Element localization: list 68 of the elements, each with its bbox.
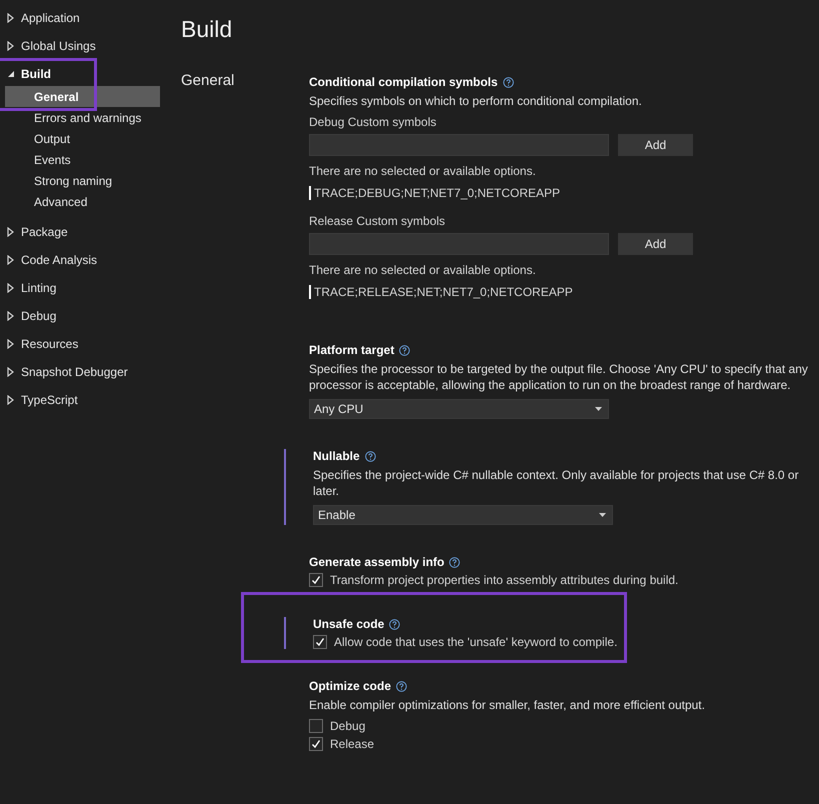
setting-title: Unsafe code <box>313 617 384 631</box>
sidebar-subitem[interactable]: General <box>5 86 160 107</box>
symbols-input[interactable] <box>309 134 609 156</box>
setting-description: Specifies the processor to be targeted by the output file. Choose 'Any CPU' to specify that any processor is acceptable, allowing the application to run on the broadest range of hardware. <box>309 361 809 393</box>
help-icon[interactable] <box>502 76 514 88</box>
field-label: Debug Custom symbols <box>309 115 438 129</box>
expanded-arrow-icon[interactable] <box>6 69 15 79</box>
sidebar-item[interactable]: Debug <box>0 306 160 326</box>
help-icon[interactable] <box>399 344 410 356</box>
sidebar-item[interactable]: Snapshot Debugger <box>0 362 160 382</box>
sidebar-item[interactable]: Build <box>0 64 160 84</box>
text-cursor <box>309 186 311 200</box>
symbols-value: TRACE;RELEASE;NET;NET7_0;NETCOREAPP <box>314 285 573 299</box>
checkbox-label: Release <box>330 737 374 751</box>
add-button[interactable]: Add <box>618 134 693 156</box>
collapsed-arrow-icon[interactable] <box>6 339 15 349</box>
dropdown-arrow-icon <box>595 407 602 411</box>
page-title: Build <box>181 16 234 43</box>
setting-description: Enable compiler optimizations for smaller, faster, and more efficient output. <box>309 697 706 713</box>
sidebar-subitem[interactable]: Output <box>5 128 160 149</box>
sidebar-subitem[interactable]: Events <box>5 149 160 170</box>
checkbox-label: Debug <box>330 719 366 733</box>
field-label: Release Custom symbols <box>309 214 446 228</box>
sidebar-item[interactable]: Linting <box>0 278 160 298</box>
sidebar-item[interactable]: TypeScript <box>0 390 160 410</box>
options-note: There are no selected or available options. <box>309 164 537 178</box>
collapsed-arrow-icon[interactable] <box>6 311 15 321</box>
help-icon[interactable] <box>396 680 408 692</box>
setting-title: Conditional compilation symbols <box>309 75 498 89</box>
collapsed-arrow-icon[interactable] <box>6 255 15 265</box>
dropdown-arrow-icon <box>599 513 606 517</box>
text-cursor <box>309 285 311 299</box>
setting-description: Specifies symbols on which to perform conditional compilation. <box>309 93 643 109</box>
help-icon[interactable] <box>449 556 460 568</box>
sidebar-item[interactable]: Code Analysis <box>0 250 160 270</box>
collapsed-arrow-icon[interactable] <box>6 283 15 293</box>
checkbox[interactable] <box>309 719 323 733</box>
checkbox[interactable] <box>313 635 327 649</box>
checkbox[interactable] <box>309 573 323 587</box>
collapsed-arrow-icon[interactable] <box>6 41 15 51</box>
collapsed-arrow-icon[interactable] <box>6 367 15 377</box>
sidebar-item[interactable]: Application <box>0 8 160 28</box>
setting-title: Nullable <box>313 449 360 463</box>
help-icon[interactable] <box>364 450 376 462</box>
sidebar-subitem[interactable]: Advanced <box>5 191 160 212</box>
collapsed-arrow-icon[interactable] <box>6 13 15 23</box>
dropdown[interactable]: Enable <box>313 505 613 525</box>
add-button[interactable]: Add <box>618 233 693 255</box>
checkbox-label: Transform project properties into assembly attributes during build. <box>330 573 678 587</box>
sidebar-subitem[interactable]: Strong naming <box>5 170 160 191</box>
symbols-value: TRACE;DEBUG;NET;NET7_0;NETCOREAPP <box>314 186 560 200</box>
checkbox-label: Allow code that uses the 'unsafe' keyword to compile. <box>334 635 618 649</box>
setting-title: Generate assembly info <box>309 555 444 569</box>
collapsed-arrow-icon[interactable] <box>6 227 15 237</box>
sidebar-item[interactable]: Global Usings <box>0 36 160 56</box>
options-note: There are no selected or available options. <box>309 263 537 277</box>
sidebar-subitem[interactable]: Errors and warnings <box>5 107 160 128</box>
collapsed-arrow-icon[interactable] <box>6 395 15 405</box>
setting-title: Platform target <box>309 343 394 357</box>
setting-title: Optimize code <box>309 679 392 693</box>
section-heading: General <box>181 72 236 91</box>
help-icon[interactable] <box>389 618 400 630</box>
checkbox[interactable] <box>309 737 323 751</box>
symbols-input[interactable] <box>309 233 609 255</box>
setting-description: Specifies the project-wide C# nullable context. Only available for projects that use C# 8.0 or later. <box>313 467 800 499</box>
sidebar-item[interactable]: Resources <box>0 334 160 354</box>
dropdown[interactable]: Any CPU <box>309 399 609 419</box>
sidebar-item[interactable]: Package <box>0 222 160 242</box>
